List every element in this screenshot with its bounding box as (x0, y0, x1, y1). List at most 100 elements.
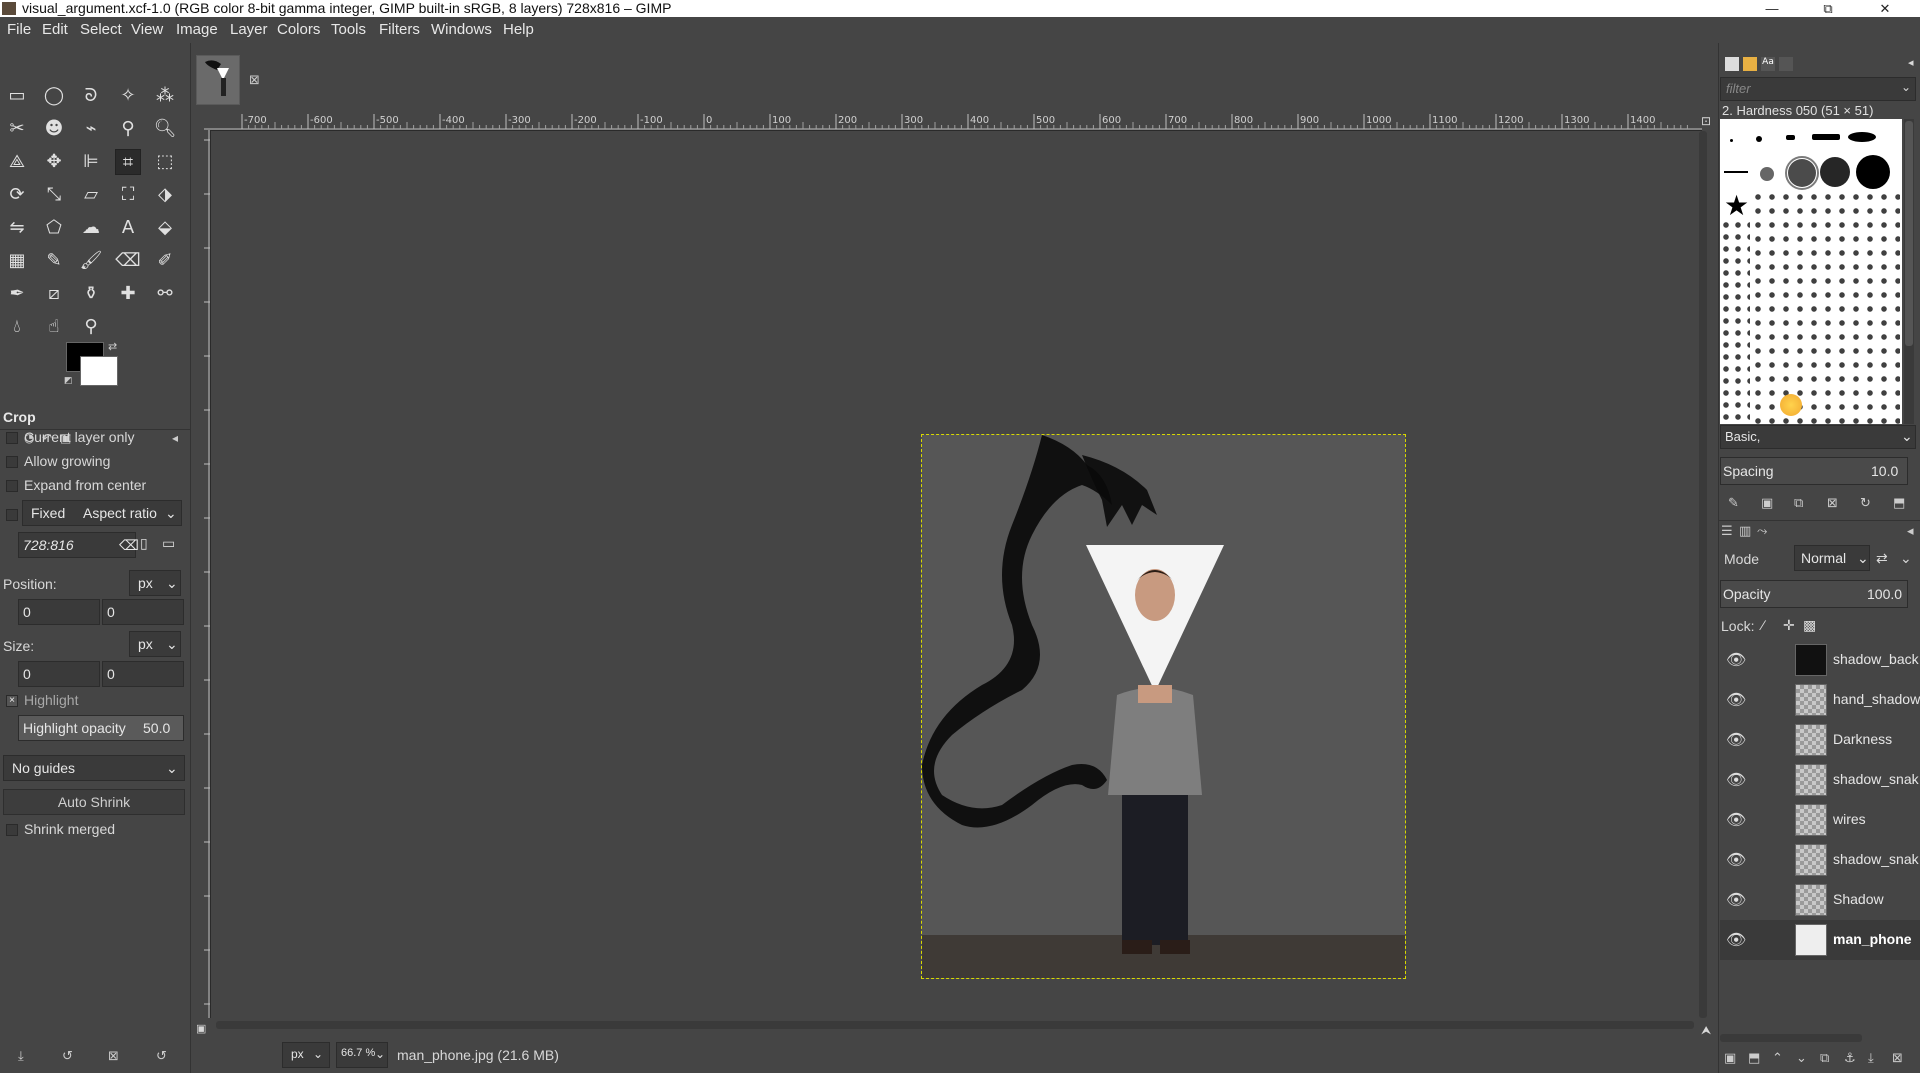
layer-name[interactable]: Shadow (1833, 891, 1884, 907)
duplicate-brush-icon[interactable]: ⧉ (1794, 496, 1803, 511)
refresh-brushes-icon[interactable]: ↻ (1860, 496, 1871, 511)
size-height-input[interactable]: 0 (102, 661, 184, 687)
flip-icon[interactable]: ⇋ (4, 215, 30, 241)
eye-icon[interactable]: 👁︎ (1726, 650, 1746, 669)
maximize-button[interactable]: ⧉ (1805, 0, 1851, 17)
fg-bg-color-selector[interactable]: ⇄ ◩ (64, 340, 124, 390)
restore-options-icon[interactable]: ↺ (62, 1049, 73, 1064)
duplicate-layer-icon[interactable]: ⧉ (1820, 1051, 1829, 1066)
close-image-tab-icon[interactable]: ⊠ (249, 73, 260, 88)
warp-transform-icon[interactable]: ☁ (78, 215, 104, 241)
raise-layer-icon[interactable]: ⌃ (1772, 1051, 1783, 1066)
zoom-icon[interactable]: 🔍︎ (152, 116, 178, 142)
horizontal-ruler[interactable]: -700 -600 -500 -400 -300 -200 -100 0 100 200 300 40… (204, 112, 1702, 131)
brush-item[interactable] (1760, 167, 1774, 181)
brush-item[interactable] (1786, 135, 1795, 140)
portrait-icon[interactable]: ▯ (140, 535, 148, 552)
eye-icon[interactable]: 👁︎ (1726, 730, 1746, 749)
eye-icon[interactable]: 👁︎ (1726, 770, 1746, 789)
brush-spacing-slider[interactable]: Spacing 10.0 (1720, 457, 1908, 485)
layer-name[interactable]: shadow_snak (1833, 851, 1919, 867)
reset-options-icon[interactable]: ↺ (156, 1049, 167, 1064)
rotate-icon[interactable]: ⟳ (4, 182, 30, 208)
anchor-layer-icon[interactable]: ⚓ (1844, 1051, 1856, 1066)
lock-position-icon[interactable]: ✛ (1783, 617, 1795, 634)
free-select-icon[interactable]: ᘐ (78, 83, 104, 109)
brush-filter-input[interactable]: filter ⌄ (1720, 77, 1916, 101)
menu-image[interactable]: Image (176, 21, 218, 38)
layer-row[interactable]: 👁︎ shadow_snak (1720, 760, 1920, 800)
layer-name[interactable]: Darkness (1833, 731, 1892, 747)
unit-select[interactable]: px ⌄ (282, 1042, 330, 1068)
layer-row[interactable]: 👁︎ Shadow (1720, 880, 1920, 920)
delete-options-icon[interactable]: ⊠ (108, 1049, 119, 1064)
brush-item[interactable] (1756, 136, 1762, 142)
merge-layer-icon[interactable]: ⤓ (1868, 1051, 1874, 1066)
open-brush-icon[interactable]: ⬒ (1893, 496, 1905, 511)
bucket-fill-icon[interactable]: ⬙ (152, 215, 178, 241)
brush-item[interactable] (1848, 132, 1876, 142)
new-layer-group-icon[interactable]: ⬒ (1748, 1051, 1760, 1066)
layer-row[interactable]: 👁︎ Darkness (1720, 720, 1920, 760)
minimize-button[interactable]: — (1749, 0, 1795, 17)
eye-icon[interactable]: 👁︎ (1726, 850, 1746, 869)
layers-configure-icon[interactable]: ◂ (1907, 524, 1914, 539)
shear-icon[interactable]: ▱ (78, 182, 104, 208)
highlight-checkbox[interactable]: × Highlight (6, 692, 78, 708)
brush-item[interactable] (1820, 157, 1850, 187)
scale-icon[interactable]: ⤡ (41, 182, 67, 208)
image-tab-thumbnail[interactable] (196, 55, 240, 105)
layer-mode-select[interactable]: Normal ⌄ (1794, 545, 1870, 571)
layer-name[interactable]: wires (1833, 811, 1866, 827)
unified-transform-icon[interactable]: ⬚ (152, 149, 178, 175)
brush-item[interactable] (1812, 134, 1840, 140)
clear-icon[interactable]: ⌫ (119, 537, 139, 554)
clone-icon[interactable]: ⚱ (78, 281, 104, 307)
color-picker-icon[interactable]: ⚲ (115, 116, 141, 142)
eye-icon[interactable]: 👁︎ (1726, 690, 1746, 709)
perspective-icon[interactable]: ⬗ (152, 182, 178, 208)
eye-icon[interactable]: 👁︎ (1726, 890, 1746, 909)
layer-row[interactable]: 👁︎ wires (1720, 800, 1920, 840)
pencil-icon[interactable]: ✎ (41, 248, 67, 274)
fuzzy-select-icon[interactable]: ✧ (115, 83, 141, 109)
dodge-burn-icon[interactable]: ⚲ (78, 314, 104, 340)
vertical-scrollbar[interactable] (1698, 131, 1708, 1018)
smudge-icon[interactable]: ☝ (41, 314, 67, 340)
menu-filters[interactable]: Filters (379, 21, 420, 38)
paths-tab-icon[interactable]: ⤳ (1757, 524, 1767, 539)
delete-brush-icon[interactable]: ⊠ (1827, 496, 1838, 511)
layer-name[interactable]: shadow_back (1833, 651, 1919, 667)
layer-name[interactable]: shadow_snak (1833, 771, 1919, 787)
sun-brush-icon[interactable] (1780, 394, 1802, 416)
paintbrush-icon[interactable]: 🖌︎ (78, 248, 104, 274)
lock-alpha-icon[interactable]: ▩ (1803, 617, 1816, 634)
crop-icon[interactable]: ⌗ (115, 149, 141, 175)
menu-view[interactable]: View (131, 21, 163, 38)
edit-brush-icon[interactable]: ✎ (1728, 496, 1739, 511)
star-brush-icon[interactable]: ★ (1724, 189, 1749, 222)
cage-transform-icon[interactable]: ⛶ (115, 182, 141, 208)
shrink-merged-checkbox[interactable]: Shrink merged (6, 821, 115, 837)
fixed-mode-select[interactable]: Fixed Aspect ratio ⌄ (22, 500, 182, 526)
gradient-icon[interactable]: ▦ (4, 248, 30, 274)
image-display[interactable] (921, 434, 1406, 979)
brushes-tab-icon[interactable] (1725, 57, 1739, 71)
brush-preset-select[interactable]: Basic, ⌄ (1720, 425, 1916, 449)
menu-layer[interactable]: Layer (230, 21, 268, 38)
brush-grid[interactable]: ★ (1720, 119, 1902, 424)
ink-icon[interactable]: ✒ (4, 281, 30, 307)
highlight-opacity-slider[interactable]: Highlight opacity 50.0 (18, 715, 184, 741)
foreground-select-icon[interactable]: ☻ (41, 116, 67, 142)
layer-name[interactable]: hand_shadow (1833, 691, 1920, 707)
paths-icon[interactable]: ⌁ (78, 116, 104, 142)
menu-select[interactable]: Select (80, 21, 122, 38)
ellipse-select-icon[interactable]: ◯ (41, 83, 67, 109)
document-history-tab-icon[interactable] (1779, 57, 1793, 71)
mode-switch-icon[interactable]: ⇄ (1876, 550, 1888, 567)
menu-colors[interactable]: Colors (277, 21, 320, 38)
measure-icon[interactable]: ⟁ (4, 149, 30, 175)
landscape-icon[interactable]: ▭ (162, 535, 175, 552)
perspective-clone-icon[interactable]: ⚯ (152, 281, 178, 307)
layers-tab-icon[interactable]: ☰ (1721, 524, 1733, 539)
